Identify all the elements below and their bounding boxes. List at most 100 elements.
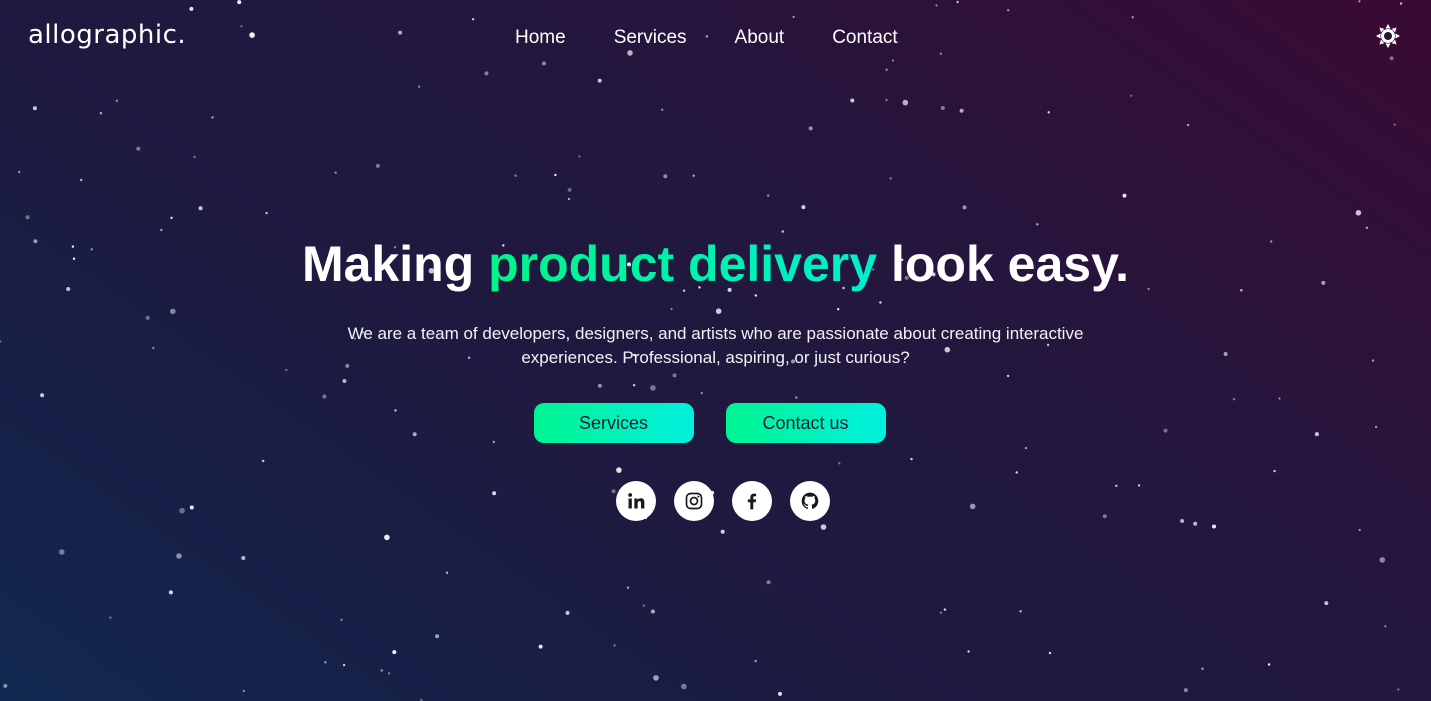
star (939, 611, 943, 614)
star (392, 650, 397, 655)
star (375, 163, 380, 168)
star (170, 216, 173, 219)
nav-about[interactable]: About (735, 27, 785, 49)
star (661, 108, 664, 112)
star (32, 106, 37, 111)
star (597, 78, 602, 83)
star (692, 174, 695, 177)
star (1048, 651, 1052, 655)
headline-end: look easy. (877, 236, 1130, 292)
facebook-link[interactable] (731, 481, 772, 521)
star (663, 174, 668, 179)
star (1019, 610, 1022, 613)
star (959, 108, 964, 113)
hero-subtitle: We are a team of developers, designers, … (347, 324, 1084, 367)
star (193, 155, 196, 159)
linkedin-link[interactable] (615, 481, 656, 521)
star (1355, 210, 1362, 216)
instagram-icon (685, 492, 702, 510)
star (176, 553, 182, 559)
star (943, 608, 947, 611)
star (554, 173, 557, 177)
star (1397, 688, 1400, 691)
star (265, 211, 268, 215)
contact-us-button[interactable]: Contact us (725, 403, 886, 443)
star (1324, 601, 1329, 606)
instagram-link[interactable] (673, 481, 714, 521)
star (242, 689, 245, 693)
star (962, 205, 967, 210)
star (1267, 663, 1271, 666)
star (160, 228, 163, 232)
star (198, 206, 203, 211)
star (567, 187, 572, 192)
star (801, 205, 806, 210)
star (387, 672, 391, 675)
social-links (7, 481, 1431, 521)
star (1186, 123, 1190, 127)
star (565, 610, 570, 615)
star (613, 644, 616, 647)
linkedin-icon (627, 493, 644, 509)
sun-icon (1376, 24, 1400, 48)
star (650, 609, 655, 614)
star (1379, 557, 1386, 563)
star (538, 644, 543, 649)
star (334, 171, 337, 174)
star (820, 524, 827, 530)
hero-buttons: Services Contact us (0, 403, 1425, 443)
star (1036, 223, 1039, 226)
star (1393, 123, 1396, 126)
star (653, 675, 659, 681)
star (418, 85, 421, 88)
star (885, 98, 888, 102)
star (435, 634, 440, 639)
star (99, 112, 103, 115)
star (445, 571, 449, 574)
star (1365, 226, 1369, 229)
star (567, 197, 571, 201)
star (342, 663, 346, 667)
star (1201, 667, 1204, 670)
nav-home[interactable]: Home (515, 27, 566, 49)
star (850, 98, 855, 103)
logo[interactable]: allographic. (28, 20, 186, 50)
star (681, 683, 687, 690)
theme-toggle-button[interactable] (1376, 24, 1400, 48)
star (767, 194, 770, 197)
star (109, 616, 112, 619)
star (808, 126, 813, 131)
star (168, 590, 173, 595)
star (1212, 524, 1216, 529)
star (1193, 521, 1198, 526)
star (889, 177, 892, 180)
star (967, 650, 970, 653)
star (115, 99, 119, 103)
star (324, 661, 327, 664)
star (1047, 111, 1050, 114)
star (778, 691, 782, 696)
star (1358, 528, 1361, 532)
hero-section: Making product delivery look easy. We ar… (0, 232, 1431, 521)
site-header: allographic. Home Services About Contact (0, 0, 1431, 78)
star (1130, 94, 1133, 98)
star (241, 556, 246, 560)
star (211, 116, 214, 119)
star (642, 604, 645, 607)
star (514, 174, 517, 177)
headline-accent: product delivery (488, 236, 878, 292)
headline-start: Making (301, 236, 489, 292)
services-button[interactable]: Services (533, 403, 694, 443)
nav-services[interactable]: Services (614, 27, 687, 49)
star (1384, 625, 1387, 628)
nav-contact[interactable]: Contact (832, 27, 897, 49)
star (626, 586, 630, 589)
star (902, 99, 909, 106)
star (3, 683, 8, 688)
github-link[interactable] (789, 481, 830, 521)
star (384, 534, 390, 541)
star (1122, 193, 1127, 198)
star (136, 146, 141, 151)
star (380, 669, 383, 672)
star (18, 170, 21, 174)
